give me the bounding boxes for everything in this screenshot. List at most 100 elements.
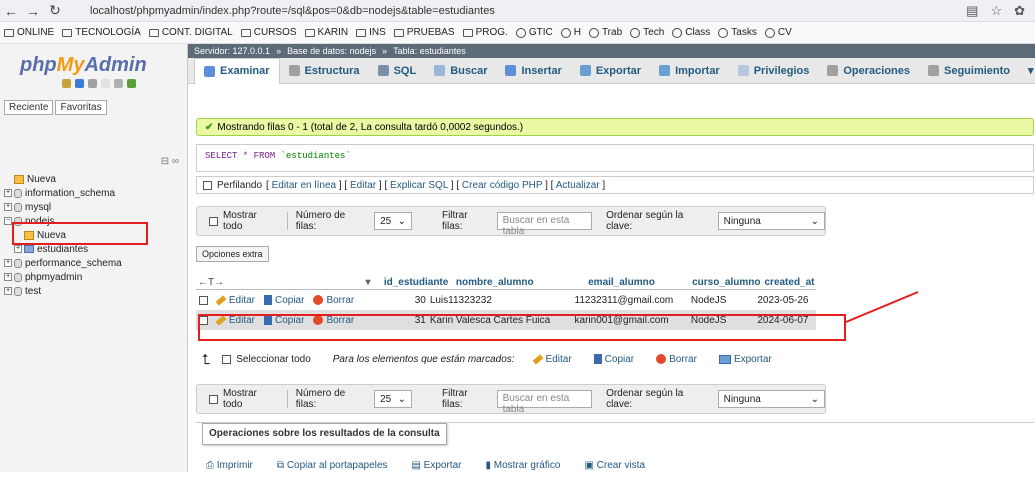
sort-select[interactable]: Ninguna ⌄ [717,212,826,230]
bulk-export-button[interactable]: Exportar [718,354,772,365]
tree-item[interactable]: + phpmyadmin [4,270,122,284]
column-header[interactable]: curso_alumno [680,277,760,288]
bulk-copy-button[interactable]: Copiar [593,354,634,365]
rows-select[interactable]: 25 ⌄ [374,390,412,408]
table-cell[interactable]: NodeJS [691,295,757,306]
bookmark-item[interactable]: PRUEBAS [393,27,455,38]
profiling-link[interactable]: Editar en línea [272,180,337,191]
logout-icon[interactable] [75,79,84,88]
copy-row-button[interactable]: Copiar [263,295,304,306]
operation-link[interactable]: ▮ Mostrar gráfico [485,460,560,471]
tree-item[interactable]: + mysql [4,200,122,214]
expand-icon[interactable]: + [4,189,12,197]
bookmark-item[interactable]: INS [356,27,386,38]
filter-input[interactable]: Buscar en esta tabla [496,212,593,237]
column-arrows-icon[interactable]: ←T→ [196,277,365,288]
address-bar[interactable]: localhost/phpmyadmin/index.php?route=/sq… [90,5,495,17]
extra-options-button[interactable]: Opciones extra [196,246,269,262]
bookmark-item[interactable]: H [560,27,581,38]
bookmark-item[interactable]: CONT. DIGITAL [148,27,233,38]
reader-icon[interactable]: ▤ [966,3,978,19]
reload-nav-icon[interactable] [127,79,136,88]
bookmark-item[interactable]: PROG. [462,27,508,38]
tree-item[interactable]: + information_schema [4,186,122,200]
operation-link[interactable]: ⧉ Copiar al portapapeles [277,460,388,471]
bookmark-star-icon[interactable]: ☆ [990,3,1002,19]
bookmark-item[interactable]: Tasks [718,27,757,38]
tree-item[interactable]: + performance_schema [4,256,122,270]
table-cell[interactable]: 2023-05-26 [757,295,816,306]
rows-select[interactable]: 25 ⌄ [374,212,412,230]
tab-tracking[interactable]: Seguimiento [919,58,1019,84]
column-header[interactable]: email_alumno [568,277,680,288]
expand-icon[interactable]: − [4,217,12,225]
show-all-checkbox[interactable] [209,216,218,226]
bookmark-item[interactable]: Trab [588,27,622,38]
forward-icon[interactable]: → [22,3,44,19]
more-tabs-icon[interactable]: ▾ [1019,58,1035,84]
back-icon[interactable]: ← [0,3,22,19]
bookmark-item[interactable]: CV [764,27,792,38]
bookmark-item[interactable]: Tech [630,27,664,38]
profiling-link[interactable]: Crear código PHP [462,180,542,191]
breadcrumb-server[interactable]: Servidor: 127.0.0.1 [194,46,270,56]
tab-operations[interactable]: Operaciones [818,58,919,84]
breadcrumb-table[interactable]: Tabla: estudiantes [393,46,466,56]
tab-privileges[interactable]: Privilegios [729,58,819,84]
expand-icon[interactable]: + [4,203,12,211]
docs-icon[interactable] [101,79,110,88]
sort-select[interactable]: Ninguna ⌄ [717,390,826,408]
bookmark-item[interactable]: ONLINE [4,27,54,38]
bookmark-item[interactable]: Class [672,27,710,38]
breadcrumb-database[interactable]: Base de datos: nodejs [287,46,376,56]
expand-icon[interactable]: + [4,273,12,281]
settings-icon[interactable] [114,79,123,88]
tree-item[interactable]: Nueva [4,172,122,186]
tab-insert[interactable]: Insertar [496,58,570,84]
phpmyadmin-logo[interactable]: phpMyAdmin [20,54,187,77]
collapse-all-icon[interactable]: ⊟ ∞ [161,156,179,167]
operation-link[interactable]: ▣ Crear vista [584,460,645,471]
delete-row-button[interactable]: Borrar [313,295,354,306]
bookmark-item[interactable]: TECNOLOGÍA [62,27,141,38]
tab-import[interactable]: Importar [650,58,729,84]
row-checkbox[interactable] [199,295,208,305]
expand-icon[interactable]: + [14,245,22,253]
bookmark-item[interactable]: KARIN [304,27,348,38]
column-header[interactable]: id_estudiante [384,277,448,288]
bookmark-item[interactable]: CURSOS [240,27,297,38]
expand-icon[interactable]: + [4,259,12,267]
filter-input[interactable]: Buscar en esta tabla [496,390,593,415]
tab-browse[interactable]: Examinar [194,57,280,84]
profiling-link[interactable]: Explicar SQL [390,180,448,191]
home-icon[interactable] [62,79,71,88]
operation-link[interactable]: ▤ Exportar [411,460,461,471]
table-cell[interactable]: Luis11323232 [430,295,575,306]
show-all-checkbox[interactable] [209,394,218,404]
help-icon[interactable] [88,79,97,88]
tab-favorites[interactable]: Favoritas [55,100,107,115]
column-header[interactable]: nombre_alumno [448,277,568,288]
expand-icon[interactable]: + [4,287,12,295]
column-header[interactable]: created_at [760,277,816,288]
table-cell[interactable]: 30 [363,295,430,306]
bookmark-item[interactable]: GTIC [515,27,553,38]
profiling-checkbox[interactable] [203,180,212,190]
tab-export[interactable]: Exportar [571,58,650,84]
bulk-delete-button[interactable]: Borrar [656,354,697,365]
profiling-link[interactable]: Editar [350,180,376,191]
tab-structure[interactable]: Estructura [280,58,369,84]
edit-row-button[interactable]: Editar [215,295,255,306]
tree-item[interactable]: + test [4,284,122,298]
extensions-icon[interactable]: ✿ [1014,3,1025,19]
tab-search[interactable]: Buscar [425,58,496,84]
select-all-label[interactable]: Seleccionar todo [236,354,311,365]
tab-sql[interactable]: SQL [369,58,426,84]
select-all-checkbox[interactable] [222,354,232,364]
table-cell[interactable]: 11232311@gmail.com [575,295,691,306]
profiling-link[interactable]: Actualizar [556,180,600,191]
tab-recent[interactable]: Reciente [4,100,54,115]
operation-link[interactable]: ⎙ Imprimir [206,460,253,471]
reload-icon[interactable]: ↻ [44,2,66,19]
bulk-edit-button[interactable]: Editar [532,354,572,365]
